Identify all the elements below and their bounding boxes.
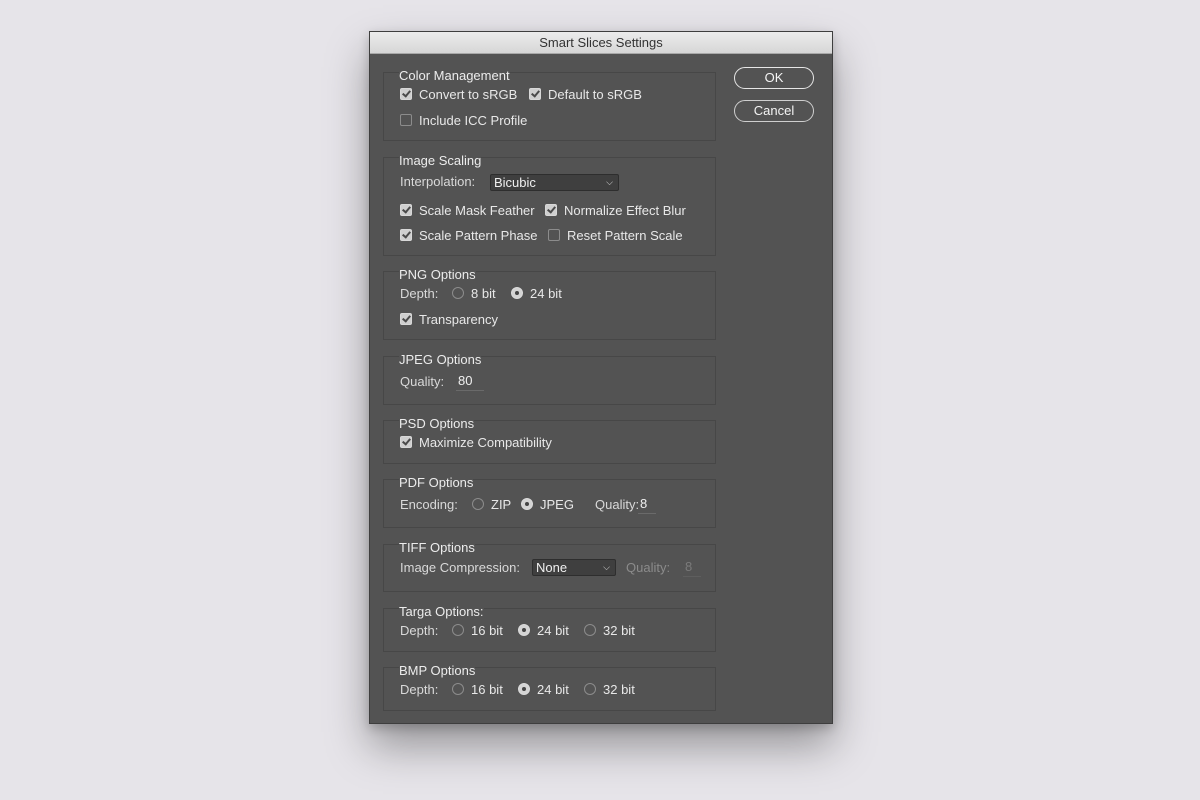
cancel-button[interactable]: Cancel	[734, 100, 814, 122]
pdf-options-group: PDF Options Encoding: ZIP JPEG Quality: …	[383, 475, 716, 528]
tiff-quality-input[interactable]: 8	[683, 559, 701, 577]
pdf-encoding-label: Encoding:	[400, 497, 458, 512]
pdf-jpeg-radio[interactable]: JPEG	[521, 497, 574, 512]
default-srgb-label: Default to sRGB	[548, 87, 642, 102]
bmp-32bit-radio[interactable]: 32 bit	[584, 682, 635, 697]
tiff-options-group: TIFF Options Image Compression: None ⌵ Q…	[383, 540, 716, 592]
targa-24bit-label: 24 bit	[537, 623, 569, 638]
targa-32bit-radio[interactable]: 32 bit	[584, 623, 635, 638]
radio-selected-icon	[521, 498, 533, 510]
bmp-options-title: BMP Options	[399, 663, 476, 678]
bmp-16bit-radio[interactable]: 16 bit	[452, 682, 503, 697]
radio-unselected-icon	[472, 498, 484, 510]
tiff-compression-select[interactable]: None ⌵	[532, 559, 616, 576]
bmp-options-group: BMP Options Depth: 16 bit 24 bit 32 bit	[383, 663, 716, 711]
jpeg-options-title: JPEG Options	[399, 352, 482, 367]
include-icc-checkbox[interactable]: Include ICC Profile	[400, 113, 527, 128]
scale-mask-feather-checkbox[interactable]: Scale Mask Feather	[400, 203, 535, 218]
reset-pattern-scale-checkbox[interactable]: Reset Pattern Scale	[548, 228, 683, 243]
scale-mask-feather-label: Scale Mask Feather	[419, 203, 535, 218]
radio-selected-icon	[518, 683, 530, 695]
reset-pattern-scale-label: Reset Pattern Scale	[567, 228, 683, 243]
convert-srgb-checkbox[interactable]: Convert to sRGB	[400, 87, 517, 102]
pdf-zip-label: ZIP	[491, 497, 512, 512]
png-8bit-label: 8 bit	[471, 286, 496, 301]
targa-16bit-label: 16 bit	[471, 623, 503, 638]
checkbox-unchecked-icon	[548, 229, 560, 241]
jpeg-quality-input[interactable]: 80	[456, 373, 484, 391]
jpeg-quality-label: Quality:	[400, 374, 445, 389]
default-srgb-checkbox[interactable]: Default to sRGB	[529, 87, 642, 102]
pdf-jpeg-label: JPEG	[540, 497, 574, 512]
tiff-compression-value: None	[536, 560, 568, 575]
bmp-depth-label: Depth:	[400, 682, 439, 697]
jpeg-options-group: JPEG Options Quality: 80	[383, 352, 716, 405]
color-management-title: Color Management	[399, 68, 510, 83]
png-options-title: PNG Options	[399, 267, 476, 282]
targa-32bit-label: 32 bit	[603, 623, 635, 638]
include-icc-label: Include ICC Profile	[419, 113, 528, 128]
png-24bit-label: 24 bit	[530, 286, 562, 301]
radio-unselected-icon	[452, 624, 464, 636]
checkbox-checked-icon	[400, 229, 412, 241]
png-depth-label: Depth:	[400, 286, 439, 301]
checkbox-checked-icon	[400, 204, 412, 216]
convert-srgb-label: Convert to sRGB	[419, 87, 518, 102]
radio-unselected-icon	[584, 624, 596, 636]
image-scaling-group: Image Scaling Interpolation: Bicubic ⌵ S…	[383, 153, 716, 256]
radio-selected-icon	[518, 624, 530, 636]
bmp-24bit-radio[interactable]: 24 bit	[518, 682, 569, 697]
window-title: Smart Slices Settings	[370, 32, 832, 54]
interpolation-label: Interpolation:	[400, 174, 476, 189]
bmp-16bit-label: 16 bit	[471, 682, 503, 697]
smart-slices-settings-dialog: Smart Slices Settings OK Cancel Color Ma…	[369, 31, 833, 724]
targa-options-group: Targa Options: Depth: 16 bit 24 bit 32 b…	[383, 604, 716, 652]
pdf-options-title: PDF Options	[399, 475, 474, 490]
interpolation-value: Bicubic	[494, 175, 536, 190]
targa-depth-label: Depth:	[400, 623, 439, 638]
transparency-label: Transparency	[419, 312, 498, 327]
bmp-32bit-label: 32 bit	[603, 682, 635, 697]
pdf-quality-label: Quality:	[595, 497, 640, 512]
targa-24bit-radio[interactable]: 24 bit	[518, 623, 569, 638]
maximize-compatibility-checkbox[interactable]: Maximize Compatibility	[400, 435, 552, 450]
png-24bit-radio[interactable]: 24 bit	[511, 286, 562, 301]
radio-unselected-icon	[584, 683, 596, 695]
checkbox-checked-icon	[545, 204, 557, 216]
scale-pattern-phase-label: Scale Pattern Phase	[419, 228, 538, 243]
tiff-options-title: TIFF Options	[399, 540, 475, 555]
maximize-compatibility-label: Maximize Compatibility	[419, 435, 552, 450]
tiff-compression-label: Image Compression:	[400, 560, 520, 575]
radio-unselected-icon	[452, 287, 464, 299]
ok-button[interactable]: OK	[734, 67, 814, 89]
color-management-group: Color Management Convert to sRGB Default…	[383, 68, 716, 141]
transparency-checkbox[interactable]: Transparency	[400, 312, 498, 327]
psd-options-group: PSD Options Maximize Compatibility	[383, 416, 716, 464]
png-8bit-radio[interactable]: 8 bit	[452, 286, 496, 301]
checkbox-checked-icon	[400, 436, 412, 448]
tiff-quality-label: Quality:	[626, 560, 671, 575]
png-options-group: PNG Options Depth: 8 bit 24 bit Transpar…	[383, 267, 716, 340]
bmp-24bit-label: 24 bit	[537, 682, 569, 697]
checkbox-unchecked-icon	[400, 114, 412, 126]
chevron-down-icon: ⌵	[606, 177, 613, 187]
targa-options-title: Targa Options:	[399, 604, 484, 619]
checkbox-checked-icon	[400, 88, 412, 100]
psd-options-title: PSD Options	[399, 416, 475, 431]
normalize-effect-blur-checkbox[interactable]: Normalize Effect Blur	[545, 203, 686, 218]
scale-pattern-phase-checkbox[interactable]: Scale Pattern Phase	[400, 228, 538, 243]
pdf-zip-radio[interactable]: ZIP	[472, 497, 511, 512]
checkbox-checked-icon	[400, 313, 412, 325]
chevron-down-icon: ⌵	[603, 562, 610, 572]
pdf-quality-input[interactable]: 8	[638, 496, 656, 514]
targa-16bit-radio[interactable]: 16 bit	[452, 623, 503, 638]
interpolation-select[interactable]: Bicubic ⌵	[490, 174, 619, 191]
checkbox-checked-icon	[529, 88, 541, 100]
normalize-effect-blur-label: Normalize Effect Blur	[564, 203, 686, 218]
radio-selected-icon	[511, 287, 523, 299]
radio-unselected-icon	[452, 683, 464, 695]
image-scaling-title: Image Scaling	[399, 153, 482, 168]
